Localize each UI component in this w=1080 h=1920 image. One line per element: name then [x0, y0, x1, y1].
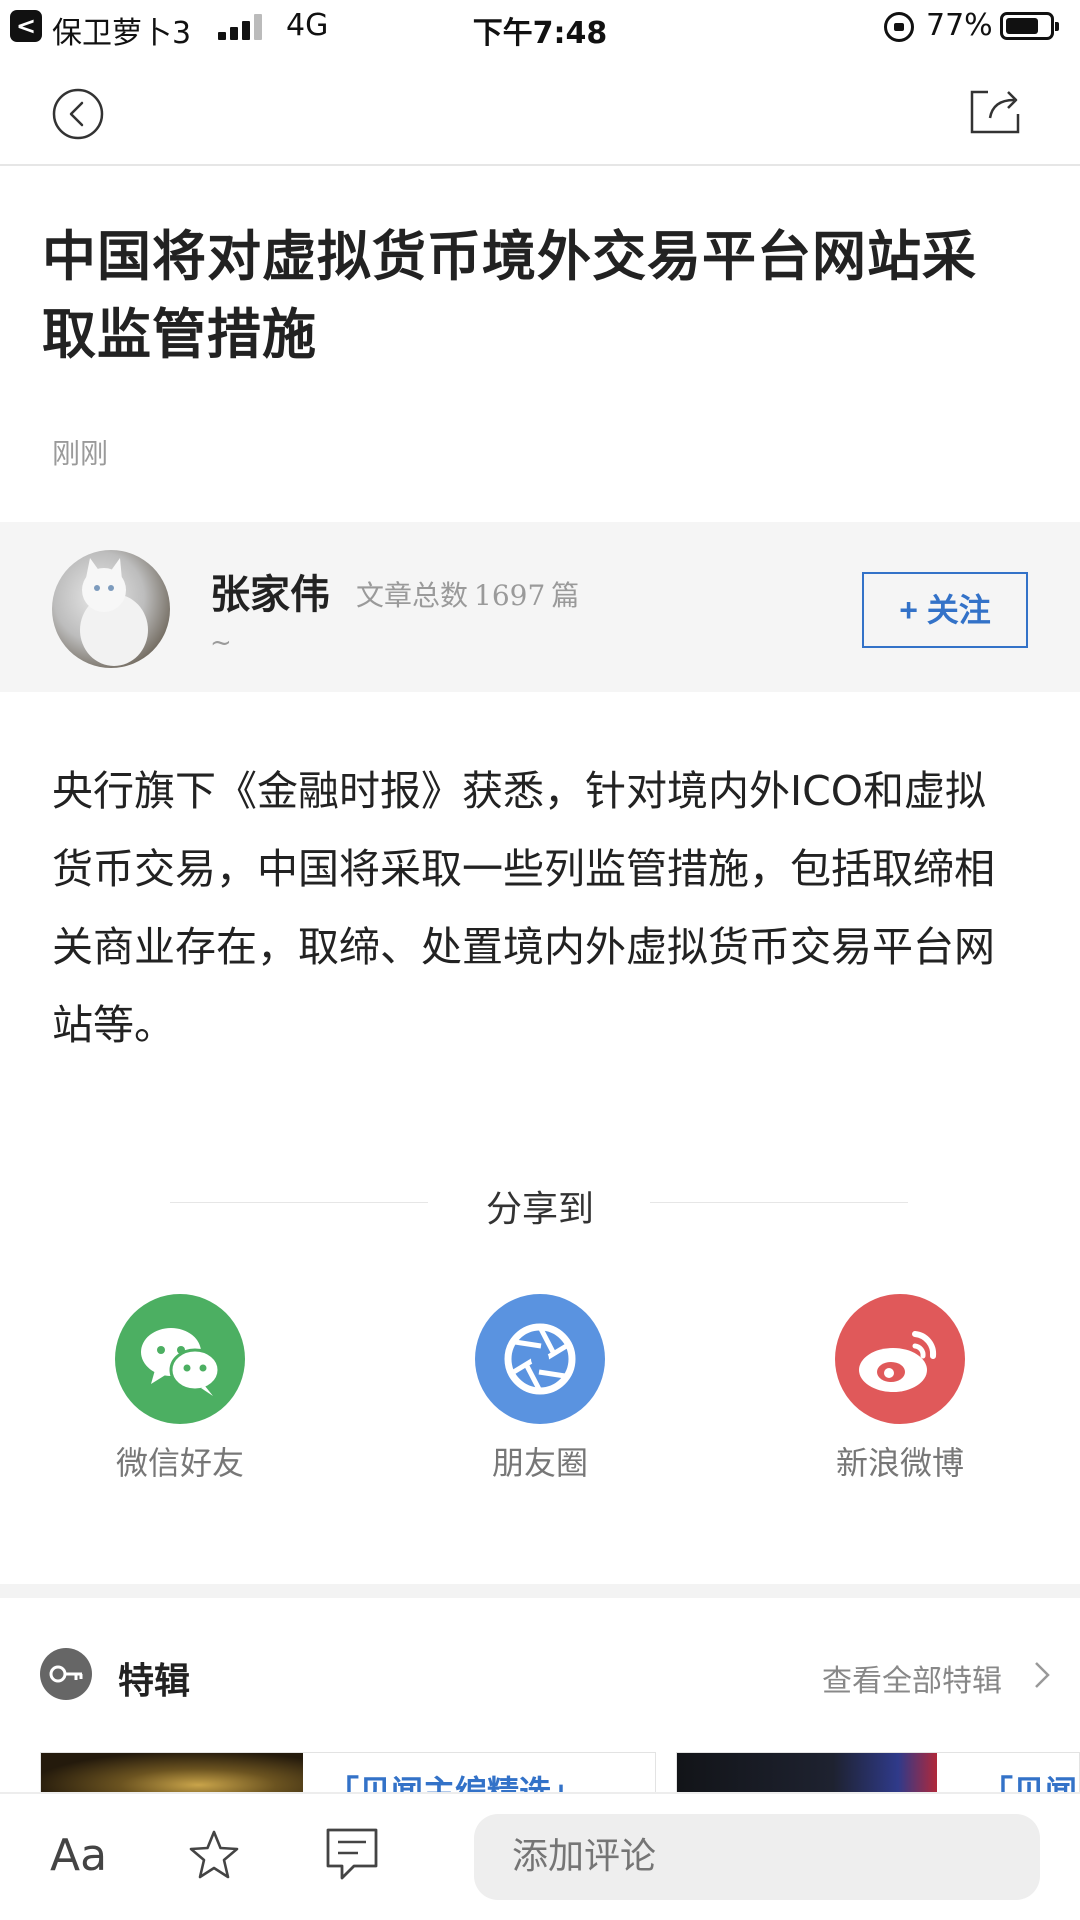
view-all-specials-link[interactable]: 查看全部特辑	[822, 1656, 1002, 1700]
avatar[interactable]	[52, 550, 170, 668]
card-thumbnail	[677, 1753, 937, 1792]
card-thumbnail	[41, 1753, 303, 1792]
publish-time: 刚刚	[52, 437, 109, 470]
special-section-title: 特辑	[118, 1661, 191, 1702]
comment-icon[interactable]	[324, 1826, 380, 1884]
special-card[interactable]: 「贝闻	[676, 1752, 1080, 1792]
follow-button[interactable]: + 关注	[862, 572, 1028, 648]
font-size-button[interactable]: Aa	[50, 1830, 107, 1881]
article-count-label: 文章总数	[356, 579, 469, 612]
back-circle-icon[interactable]	[52, 88, 104, 140]
rotation-lock-icon	[884, 12, 914, 42]
share-title: 分享到	[485, 1189, 594, 1230]
card-title: 「贝闻	[981, 1773, 1078, 1792]
weibo-icon[interactable]	[835, 1294, 965, 1424]
key-icon	[40, 1648, 92, 1700]
share-label: 微信好友	[115, 1444, 244, 1482]
article-count: 文章总数 1697 篇	[356, 574, 579, 614]
share-wechat[interactable]: 微信好友	[80, 1294, 280, 1484]
share-label: 朋友圈	[491, 1444, 588, 1482]
status-time: 下午7:48	[472, 16, 608, 51]
battery-percent: 77%	[926, 8, 993, 43]
article-title: 中国将对虚拟货币境外交易平台网站采取监管措施	[42, 225, 977, 366]
section-divider	[0, 1584, 1080, 1598]
author-name[interactable]: 张家伟	[210, 562, 330, 620]
article-count-value: 1697	[474, 579, 546, 612]
author-bio: ~	[210, 628, 232, 658]
divider	[650, 1202, 908, 1203]
wechat-icon[interactable]	[115, 1294, 245, 1424]
bottom-toolbar: Aa	[0, 1792, 1080, 1920]
special-card[interactable]: 「贝闻主编精选」	[40, 1752, 656, 1792]
moments-icon[interactable]	[475, 1294, 605, 1424]
nav-bar	[0, 54, 1080, 166]
share-label: 新浪微博	[835, 1444, 964, 1482]
chevron-right-icon[interactable]	[1030, 1660, 1054, 1690]
share-export-icon[interactable]	[968, 84, 1024, 136]
battery-icon	[1000, 12, 1059, 40]
author-panel: 张家伟 文章总数 1697 篇 ~ + 关注	[0, 522, 1080, 692]
comment-input[interactable]	[474, 1814, 1040, 1900]
card-title: 「贝闻主编精选」	[327, 1773, 584, 1792]
share-weibo[interactable]: 新浪微博	[800, 1294, 1000, 1484]
star-icon[interactable]	[186, 1828, 242, 1884]
article-count-unit: 篇	[551, 579, 580, 612]
status-bar: < 保卫萝卜3 4G 下午7:48 77%	[0, 0, 1080, 54]
share-moments[interactable]: 朋友圈	[440, 1294, 640, 1484]
article-body: 央行旗下《金融时报》获悉，针对境内外ICO和虚拟货币交易，中国将采取一些列监管措…	[52, 767, 995, 1049]
